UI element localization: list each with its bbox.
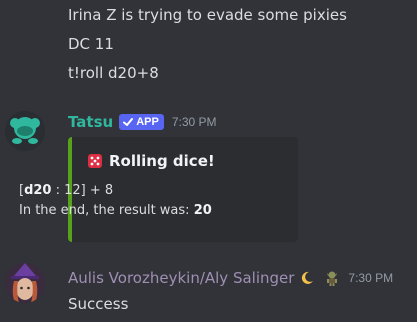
tatsu-timestamp[interactable]: 7:30 PM: [172, 115, 217, 129]
embed-title-text: Rolling dice!: [109, 152, 215, 170]
aulis-message: Success: [68, 295, 129, 313]
aulis-timestamp[interactable]: 7:30 PM: [348, 271, 393, 285]
message-line-2: DC 11: [68, 35, 114, 53]
goblin-icon: [324, 270, 340, 286]
roll-die: d20: [24, 183, 52, 198]
message-line-3: t!roll d20+8: [68, 64, 159, 82]
embed-result-line: In the end, the result was: 20: [19, 203, 212, 218]
tatsu-message-header: Tatsu APP 7:30 PM: [68, 112, 217, 132]
tatsu-username[interactable]: Tatsu: [68, 113, 113, 131]
crescent-moon-icon: [300, 271, 314, 285]
aulis-message-header: Aulis Vorozheykin/Aly Salinger 7:30 PM: [68, 268, 393, 288]
message-line-1: Irina Z is trying to evade some pixies: [68, 6, 347, 24]
check-icon: [123, 118, 134, 126]
embed-title: Rolling dice!: [87, 152, 215, 170]
result-prefix: In the end, the result was:: [19, 203, 194, 218]
aulis-username[interactable]: Aulis Vorozheykin/Aly Salinger: [68, 269, 294, 287]
embed-roll-line: [d20 : 12] + 8: [19, 183, 113, 198]
roll-rest: : 12] + 8: [51, 183, 114, 198]
aulis-avatar[interactable]: [5, 263, 45, 303]
app-badge: APP: [119, 114, 164, 130]
red-die-icon: [88, 154, 102, 168]
result-value: 20: [193, 203, 212, 218]
tatsu-avatar[interactable]: [5, 111, 45, 151]
app-badge-label: APP: [136, 116, 159, 128]
